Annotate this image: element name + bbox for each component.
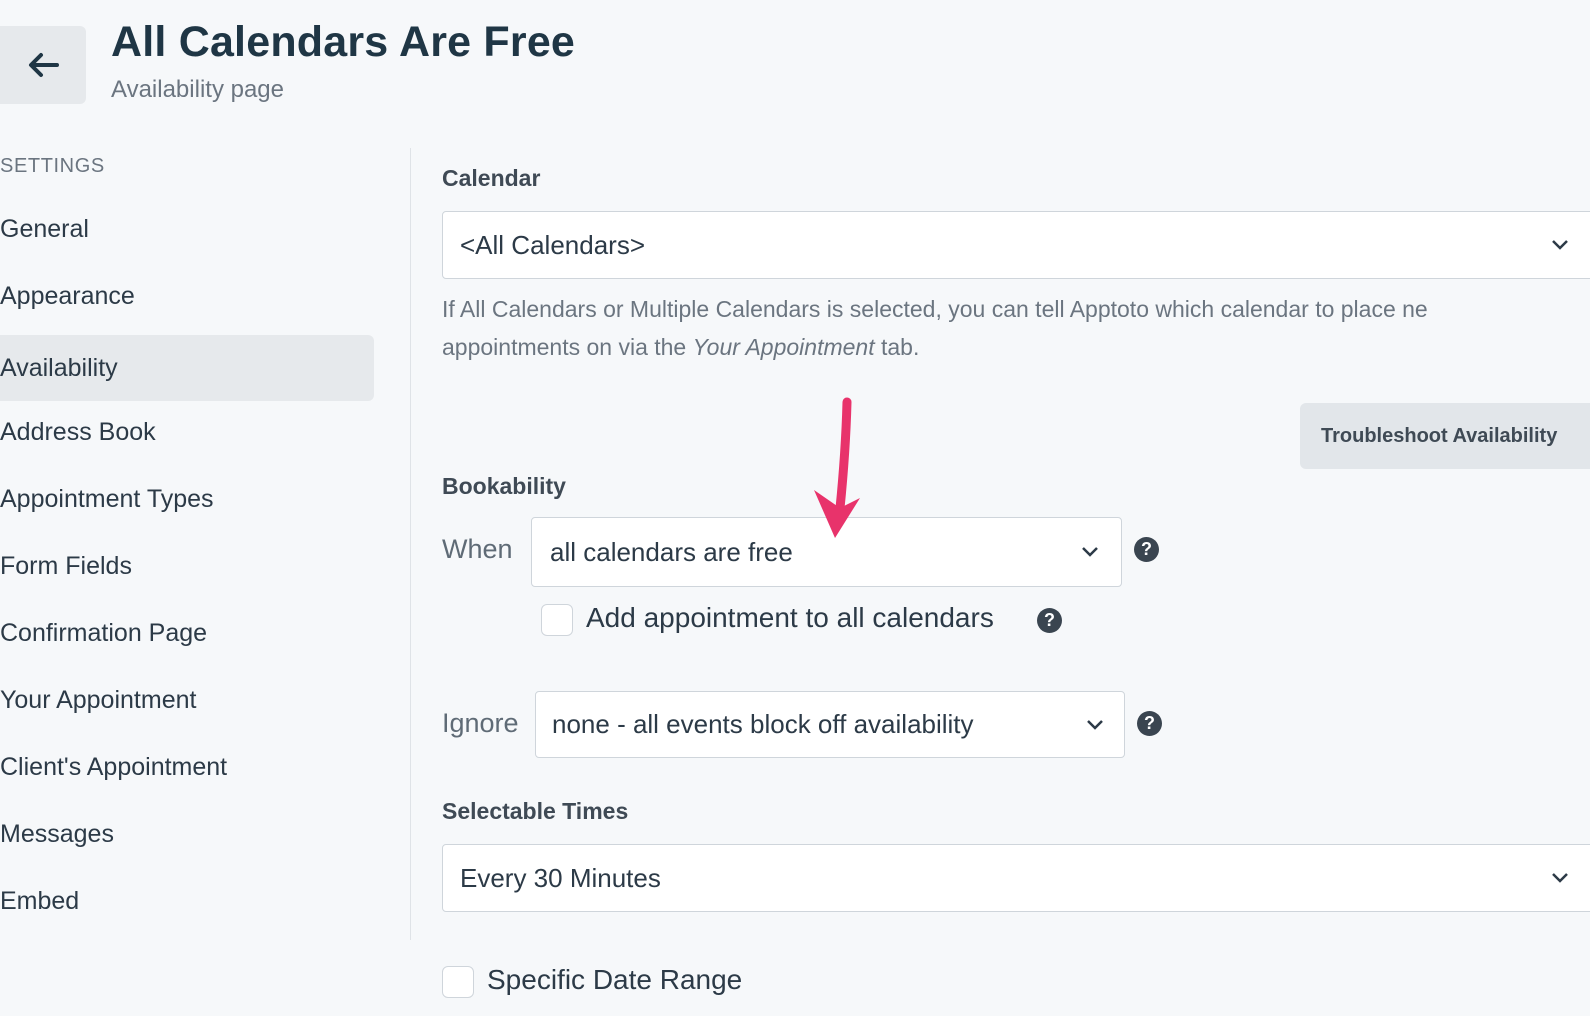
sidebar-item-confirmation-page[interactable]: Confirmation Page [0,600,374,666]
sidebar-item-form-fields[interactable]: Form Fields [0,533,374,599]
sidebar-item-label: Form Fields [0,551,132,580]
chevron-down-icon [1552,240,1568,250]
sidebar-item-embed[interactable]: Embed [0,868,374,934]
sidebar-item-appointment-types[interactable]: Appointment Types [0,466,374,532]
calendar-select-value: <All Calendars> [460,229,645,260]
ignore-select-value: none - all events block off availability [552,709,974,739]
sidebar-item-appearance[interactable]: Appearance [0,263,374,329]
sidebar-item-general[interactable]: General [0,196,374,262]
calendar-help-line2: appointments on via the Your Appointment… [442,334,920,360]
sidebar-item-availability[interactable]: Availability [0,335,374,401]
sidebar-item-label: Messages [0,819,114,848]
troubleshoot-availability-button[interactable]: Troubleshoot Availability [1300,403,1590,469]
calendar-label: Calendar [442,165,541,191]
question-icon[interactable]: ? [1137,711,1162,736]
selectable-times-value: Every 30 Minutes [460,862,661,893]
selectable-times-select[interactable]: Every 30 Minutes [442,844,1590,912]
sidebar-item-label: Confirmation Page [0,618,208,647]
settings-heading: SETTINGS [0,155,105,177]
bookability-label: Bookability [442,473,566,499]
sidebar-item-messages[interactable]: Messages [0,801,374,867]
your-appointment-link-text: Your Appointment [692,334,875,360]
calendar-help-text: If All Calendars or Multiple Calendars i… [442,290,1590,366]
sidebar-item-label: Your Appointment [0,685,197,714]
ignore-label: Ignore [442,708,519,738]
specific-date-range-label: Specific Date Range [487,964,743,995]
sidebar-divider [410,148,411,940]
add-to-all-calendars-label: Add appointment to all calendars [586,602,994,633]
question-icon[interactable]: ? [1134,537,1159,562]
sidebar-item-label: General [0,214,89,243]
sidebar-item-label: Client's Appointment [0,752,228,781]
when-label: When [442,534,513,564]
sidebar-item-label: Appearance [0,281,135,310]
when-select-value: all calendars are free [550,536,793,567]
sidebar-item-your-appointment[interactable]: Your Appointment [0,667,374,733]
add-to-all-calendars-checkbox[interactable] [541,604,573,636]
specific-date-range-checkbox[interactable] [442,966,474,998]
annotation-arrow-icon [814,397,860,538]
selectable-times-label: Selectable Times [442,798,629,824]
chevron-down-icon [1087,719,1103,730]
page-title: All Calendars Are Free [111,18,576,66]
page-subtitle: Availability page [111,76,285,103]
sidebar-item-label: Appointment Types [0,484,214,513]
chevron-down-icon [1552,873,1568,883]
sidebar-item-label: Embed [0,886,80,915]
sidebar-item-label: Availability [0,353,118,382]
ignore-select[interactable]: none - all events block off availability [535,691,1125,758]
calendar-help-line1: If All Calendars or Multiple Calendars i… [442,296,1428,322]
sidebar-item-label: Address Book [0,417,156,446]
sidebar-item-address-book[interactable]: Address Book [0,399,374,465]
arrow-left-icon [29,53,59,77]
back-button[interactable] [0,26,86,104]
question-icon[interactable]: ? [1037,608,1062,633]
chevron-down-icon [1082,547,1098,557]
sidebar-item-clients-appointment[interactable]: Client's Appointment [0,734,374,800]
calendar-select[interactable]: <All Calendars> [442,211,1590,279]
